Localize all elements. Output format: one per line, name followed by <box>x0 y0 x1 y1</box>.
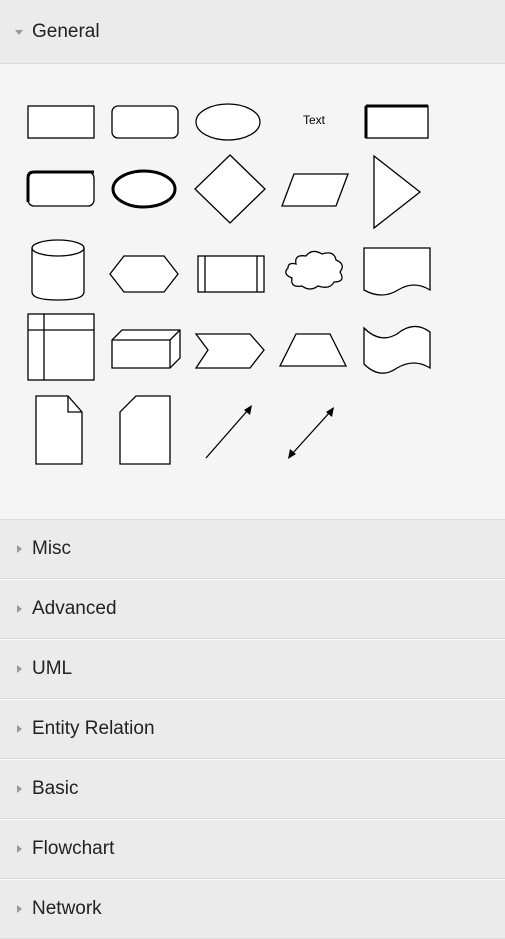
triangle-icon <box>373 154 422 230</box>
section-header-general[interactable]: General <box>0 0 505 64</box>
process-shape[interactable] <box>190 234 270 312</box>
step-shape[interactable] <box>190 310 270 388</box>
card-icon <box>119 395 171 465</box>
cylinder-shape[interactable] <box>22 234 102 312</box>
card-shape[interactable] <box>106 390 186 468</box>
section-header-uml[interactable]: UML <box>0 640 505 699</box>
note-shape[interactable] <box>22 390 102 468</box>
cloud-shape[interactable] <box>274 234 354 312</box>
section-label-entity-relation: Entity Relation <box>32 718 155 739</box>
internal-storage-icon <box>27 313 95 381</box>
chevron-right-icon <box>17 605 22 613</box>
connector-arrow-icon <box>205 405 252 459</box>
cloud-icon <box>285 250 343 290</box>
section-label-flowchart: Flowchart <box>32 838 115 859</box>
cube-shape[interactable] <box>106 310 186 388</box>
note-icon <box>35 395 83 465</box>
section-header-misc[interactable]: Misc <box>0 520 505 579</box>
section-header-advanced[interactable]: Advanced <box>0 580 505 639</box>
hexagon-icon <box>109 255 179 293</box>
document-shape[interactable] <box>358 234 438 312</box>
ellipse-icon <box>195 103 261 141</box>
chevron-right-icon <box>17 545 22 553</box>
text-shape[interactable]: Text <box>274 86 354 164</box>
rhombus-icon <box>194 154 266 224</box>
tape-icon <box>363 325 431 374</box>
tape-shape[interactable] <box>358 310 438 388</box>
process-icon <box>197 255 265 293</box>
section-header-basic[interactable]: Basic <box>0 760 505 819</box>
bidirectional-arrow-shape[interactable] <box>274 390 354 468</box>
thick-rectangle-shape[interactable] <box>358 86 438 164</box>
rounded-rectangle-shape[interactable] <box>106 86 186 164</box>
thick-rectangle-icon <box>364 104 429 139</box>
thick-ellipse-shape[interactable] <box>106 154 186 232</box>
chevron-down-icon <box>15 29 23 35</box>
section-header-network[interactable]: Network <box>0 880 505 939</box>
cylinder-icon <box>31 239 85 301</box>
parallelogram-shape[interactable] <box>274 154 354 232</box>
section-label-misc: Misc <box>32 538 72 559</box>
trapezoid-shape[interactable] <box>274 310 354 388</box>
chevron-right-icon <box>17 785 22 793</box>
chevron-right-icon <box>17 725 22 733</box>
triangle-shape[interactable] <box>358 154 438 232</box>
ellipse-shape[interactable] <box>190 86 270 164</box>
shape-sidebar: General Text Misc Advanced UML Entity Re… <box>0 0 505 939</box>
rhombus-shape[interactable] <box>190 154 270 232</box>
chevron-right-icon <box>17 665 22 673</box>
cube-icon <box>111 329 181 369</box>
rectangle-icon <box>27 105 95 139</box>
section-label-general: General <box>32 20 100 42</box>
section-label-uml: UML <box>32 658 73 679</box>
thick-rounded-rectangle-shape[interactable] <box>22 154 102 232</box>
trapezoid-icon <box>278 333 348 367</box>
bidirectional-arrow-icon <box>288 407 334 459</box>
internal-storage-shape[interactable] <box>22 310 102 388</box>
section-header-entity-relation[interactable]: Entity Relation <box>0 700 505 759</box>
document-icon <box>363 247 431 296</box>
chevron-right-icon <box>17 905 22 913</box>
thick-ellipse-icon <box>111 169 177 209</box>
thick-rounded-rectangle-icon <box>26 170 95 207</box>
rounded-rectangle-icon <box>111 105 179 139</box>
general-shapes-panel: Text <box>0 64 505 520</box>
connector-arrow-shape[interactable] <box>190 390 270 468</box>
step-icon <box>194 333 265 369</box>
section-label-basic: Basic <box>32 778 79 799</box>
hexagon-shape[interactable] <box>106 234 186 312</box>
parallelogram-icon <box>281 173 349 207</box>
section-label-advanced: Advanced <box>32 598 117 619</box>
section-header-flowchart[interactable]: Flowchart <box>0 820 505 879</box>
rectangle-shape[interactable] <box>22 86 102 164</box>
section-label-network: Network <box>32 898 102 919</box>
text-icon: Text <box>302 113 325 127</box>
chevron-right-icon <box>17 845 22 853</box>
